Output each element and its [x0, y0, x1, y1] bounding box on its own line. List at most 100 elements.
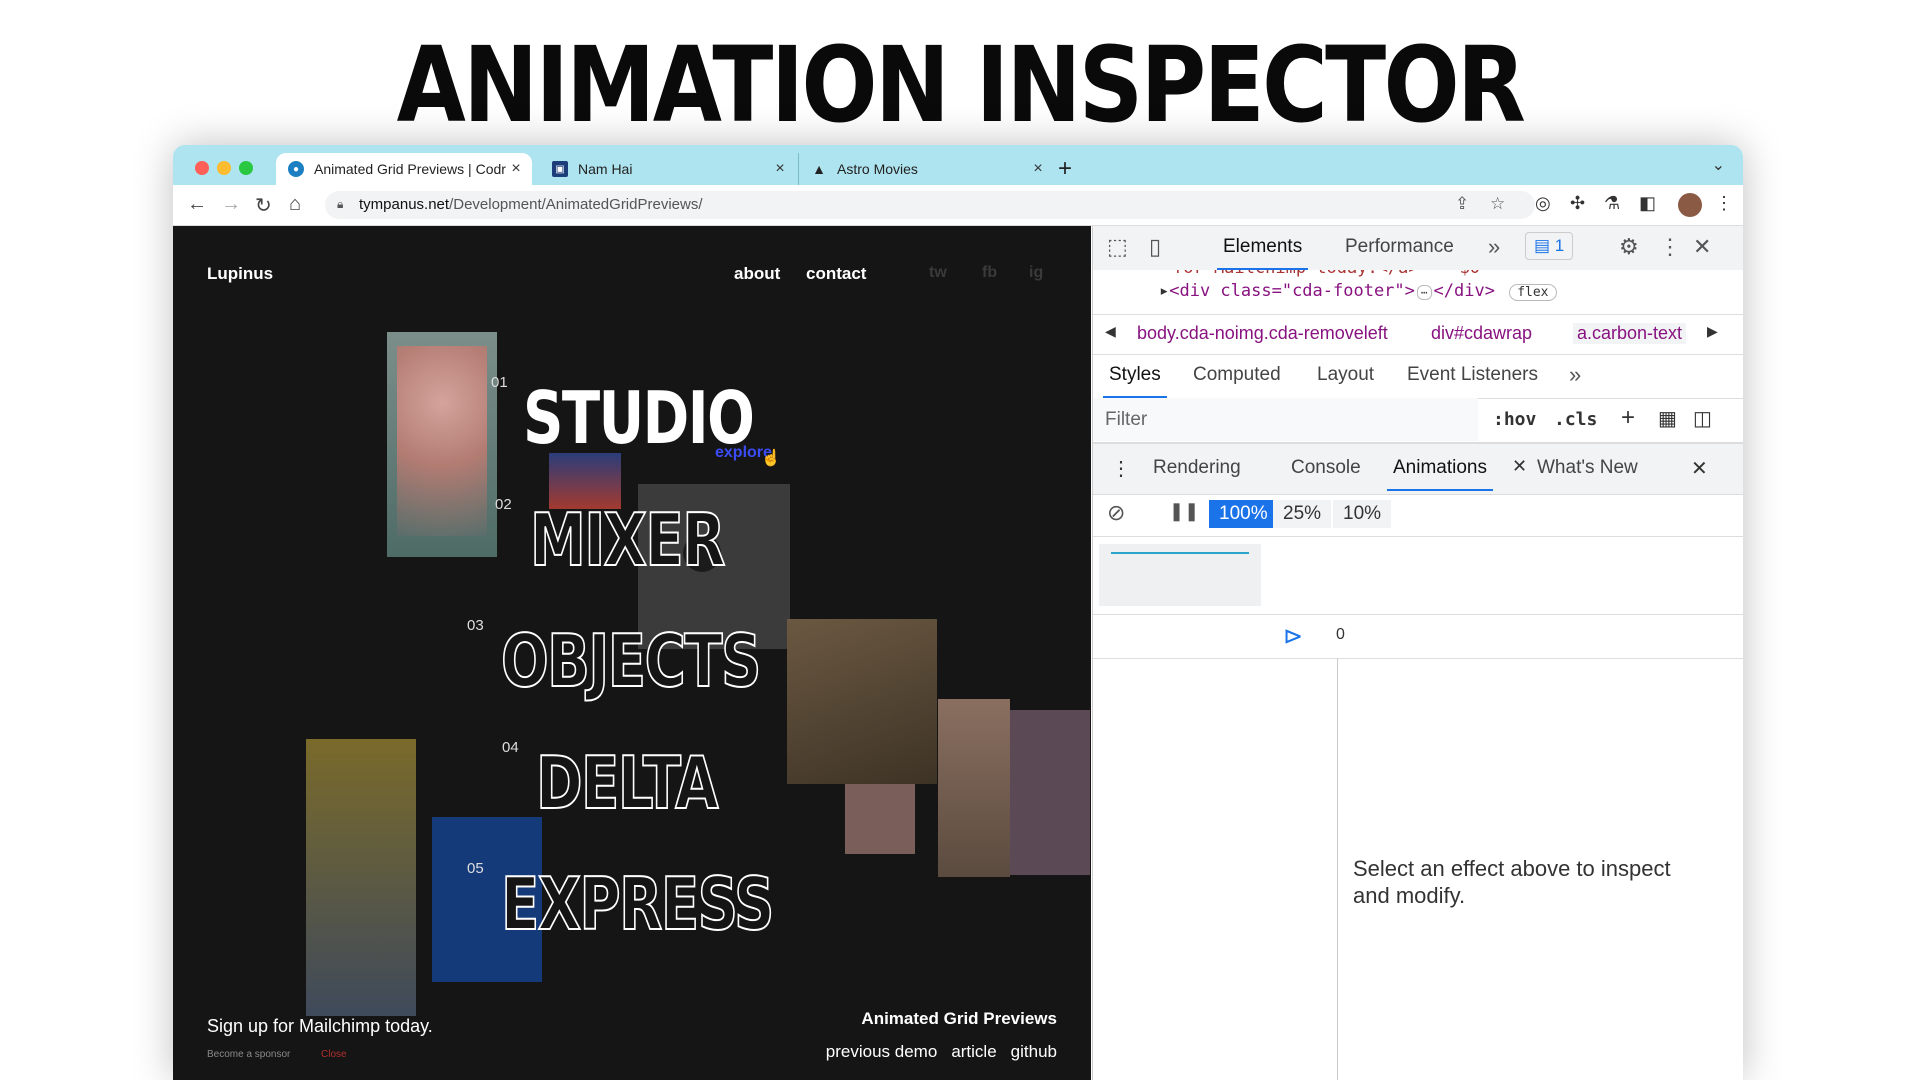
animations-toolbar: ⊘ ❚❚ 100% 25% 10% — [1093, 492, 1743, 537]
bookmark-star-icon[interactable]: ☆ — [1490, 194, 1505, 214]
slide-title: ANIMATION INSPECTOR — [396, 24, 1526, 146]
timeline-divider — [1337, 658, 1338, 1080]
crumb-cdawrap[interactable]: div#cdawrap — [1431, 323, 1532, 344]
puzzle-extensions-icon[interactable]: ✣ — [1570, 193, 1585, 214]
issues-badge[interactable]: ▤ 1 — [1525, 232, 1574, 260]
close-icon[interactable]: × — [506, 160, 526, 178]
flex-badge[interactable]: flex — [1509, 284, 1557, 301]
social-ig[interactable]: ig — [1029, 264, 1043, 282]
dom-tree: for Mailchimp today.</a> == $0 ▸<div cla… — [1093, 270, 1743, 315]
animation-group-preview[interactable] — [1099, 544, 1261, 606]
kebab-menu-icon[interactable]: ⋮ — [1715, 193, 1733, 214]
crumb-carbon-text[interactable]: a.carbon-text — [1573, 323, 1687, 344]
sponsor-text[interactable]: Sign up for Mailchimp today. — [207, 1016, 433, 1037]
side-panel-icon[interactable]: ◧ — [1639, 193, 1656, 214]
item-number: 04 — [502, 739, 519, 756]
home-icon[interactable]: ⌂ — [289, 193, 301, 216]
item-title-delta[interactable]: DELTA — [535, 740, 719, 826]
tab-console[interactable]: Console — [1291, 457, 1361, 479]
expand-triangle-icon[interactable]: ▸ — [1159, 281, 1169, 301]
item-title-mixer[interactable]: MIXER — [529, 497, 726, 583]
social-tw[interactable]: tw — [929, 264, 947, 282]
inspect-element-icon[interactable]: ⬚ — [1107, 234, 1128, 260]
chevron-down-icon[interactable]: ⌄ — [1712, 155, 1725, 175]
crumb-right-arrow-icon[interactable]: ▶ — [1707, 323, 1718, 340]
tab-elements[interactable]: Elements — [1216, 236, 1309, 270]
toggle-sidebar-icon[interactable]: ◫ — [1693, 406, 1712, 431]
extension-icon[interactable]: ◎ — [1535, 193, 1551, 214]
cls-toggle[interactable]: .cls — [1554, 409, 1597, 430]
nav-about[interactable]: about — [734, 264, 780, 284]
tab-rendering[interactable]: Rendering — [1153, 457, 1241, 479]
styles-filter-input[interactable]: Filter — [1093, 398, 1478, 441]
github-link[interactable]: github — [1011, 1042, 1057, 1061]
tab-styles[interactable]: Styles — [1103, 364, 1167, 398]
become-sponsor-link[interactable]: Become a sponsor — [207, 1049, 290, 1060]
dom-line-footer[interactable]: ▸<div class="cda-footer"> ⋯ </div> flex — [1159, 281, 1557, 301]
tab-nam-hai[interactable]: ▣ Nam Hai × — [540, 153, 796, 185]
tab-performance[interactable]: Performance — [1345, 236, 1454, 258]
maximize-window-button[interactable] — [239, 161, 253, 175]
close-sponsor-link[interactable]: Close — [321, 1049, 347, 1060]
close-drawer-icon[interactable]: ✕ — [1691, 456, 1708, 481]
site-brand[interactable]: Lupinus — [207, 264, 273, 284]
close-devtools-icon[interactable]: ✕ — [1693, 234, 1711, 260]
crumb-left-arrow-icon[interactable]: ◀ — [1105, 323, 1116, 340]
speed-10[interactable]: 10% — [1333, 500, 1392, 528]
speed-25[interactable]: 25% — [1273, 500, 1332, 528]
item-number: 01 — [491, 374, 508, 391]
close-tab-icon[interactable]: ✕ — [1512, 456, 1527, 477]
hov-toggle[interactable]: :hov — [1493, 409, 1536, 430]
more-tabs-icon[interactable]: » — [1569, 362, 1581, 388]
tab-astro-movies[interactable]: ▲ Astro Movies × — [798, 153, 1054, 185]
close-window-button[interactable] — [195, 161, 209, 175]
reload-icon[interactable]: ↻ — [255, 193, 272, 218]
gear-icon[interactable]: ⚙ — [1619, 234, 1639, 260]
tab-whats-new[interactable]: What's New — [1537, 457, 1638, 479]
browser-window: ● Animated Grid Previews | Codrops × ▣ N… — [173, 145, 1743, 1080]
ellipsis-icon[interactable]: ⋯ — [1416, 285, 1432, 300]
animation-preview-line — [1111, 552, 1249, 554]
purple-image — [1010, 710, 1090, 875]
tab-event-listeners[interactable]: Event Listeners — [1407, 364, 1538, 386]
speed-100[interactable]: 100% — [1209, 500, 1278, 528]
crumb-body[interactable]: body.cda-noimg.cda-removeleft — [1137, 323, 1388, 344]
minimize-window-button[interactable] — [217, 161, 231, 175]
item-number: 05 — [467, 860, 484, 877]
social-fb[interactable]: fb — [982, 264, 997, 282]
drawer-menu-icon[interactable]: ⋮ — [1111, 456, 1131, 481]
dom-line[interactable]: for Mailchimp today.</a> == $0 — [1173, 270, 1480, 278]
replay-icon[interactable]: ⊳ — [1283, 622, 1303, 651]
more-tabs-icon[interactable]: » — [1488, 234, 1500, 260]
kebab-menu-icon[interactable]: ⋮ — [1659, 234, 1681, 260]
address-bar[interactable]: 🔒︎ tympanus.net/Development/AnimatedGrid… — [325, 191, 1535, 219]
tab-layout[interactable]: Layout — [1317, 364, 1374, 386]
article-link[interactable]: article — [951, 1042, 996, 1061]
new-tab-button[interactable]: + — [1058, 155, 1072, 183]
forward-icon[interactable]: → — [221, 193, 241, 216]
website-viewport: Lupinus about contact tw fb ig 01 STUDIO… — [173, 226, 1091, 1080]
nav-contact[interactable]: contact — [806, 264, 866, 284]
astro-icon: ▲ — [812, 161, 826, 177]
previous-demo-link[interactable]: previous demo — [826, 1042, 938, 1061]
tab-computed[interactable]: Computed — [1193, 364, 1281, 386]
styles-filter-bar: Filter :hov .cls + ▦ ◫ — [1093, 398, 1743, 443]
pause-icon[interactable]: ❚❚ — [1169, 501, 1199, 522]
tab-animated-grid[interactable]: ● Animated Grid Previews | Codrops × — [276, 153, 532, 185]
close-icon[interactable]: × — [770, 160, 790, 178]
clear-all-icon[interactable]: ⊘ — [1107, 500, 1125, 526]
tab-animations[interactable]: Animations — [1387, 457, 1493, 491]
close-icon[interactable]: × — [1028, 160, 1048, 178]
pantone-image — [845, 784, 915, 854]
device-toolbar-icon[interactable]: ▯ — [1149, 234, 1161, 260]
profile-avatar[interactable] — [1678, 193, 1702, 217]
item-title-express[interactable]: EXPRESS — [500, 861, 775, 947]
browser-toolbar: ← → ↻ ⌂ 🔒︎ tympanus.net/Development/Anim… — [173, 185, 1743, 226]
back-icon[interactable]: ← — [187, 193, 207, 216]
styles-tabs-bar: Styles Computed Layout Event Listeners » — [1093, 354, 1743, 399]
item-title-objects[interactable]: OBJECTS — [500, 618, 762, 704]
paint-brush-icon[interactable]: ▦ — [1658, 406, 1677, 431]
add-rule-icon[interactable]: + — [1621, 404, 1635, 432]
flask-icon[interactable]: ⚗ — [1604, 193, 1620, 214]
share-icon[interactable]: ⇪ — [1455, 194, 1469, 214]
